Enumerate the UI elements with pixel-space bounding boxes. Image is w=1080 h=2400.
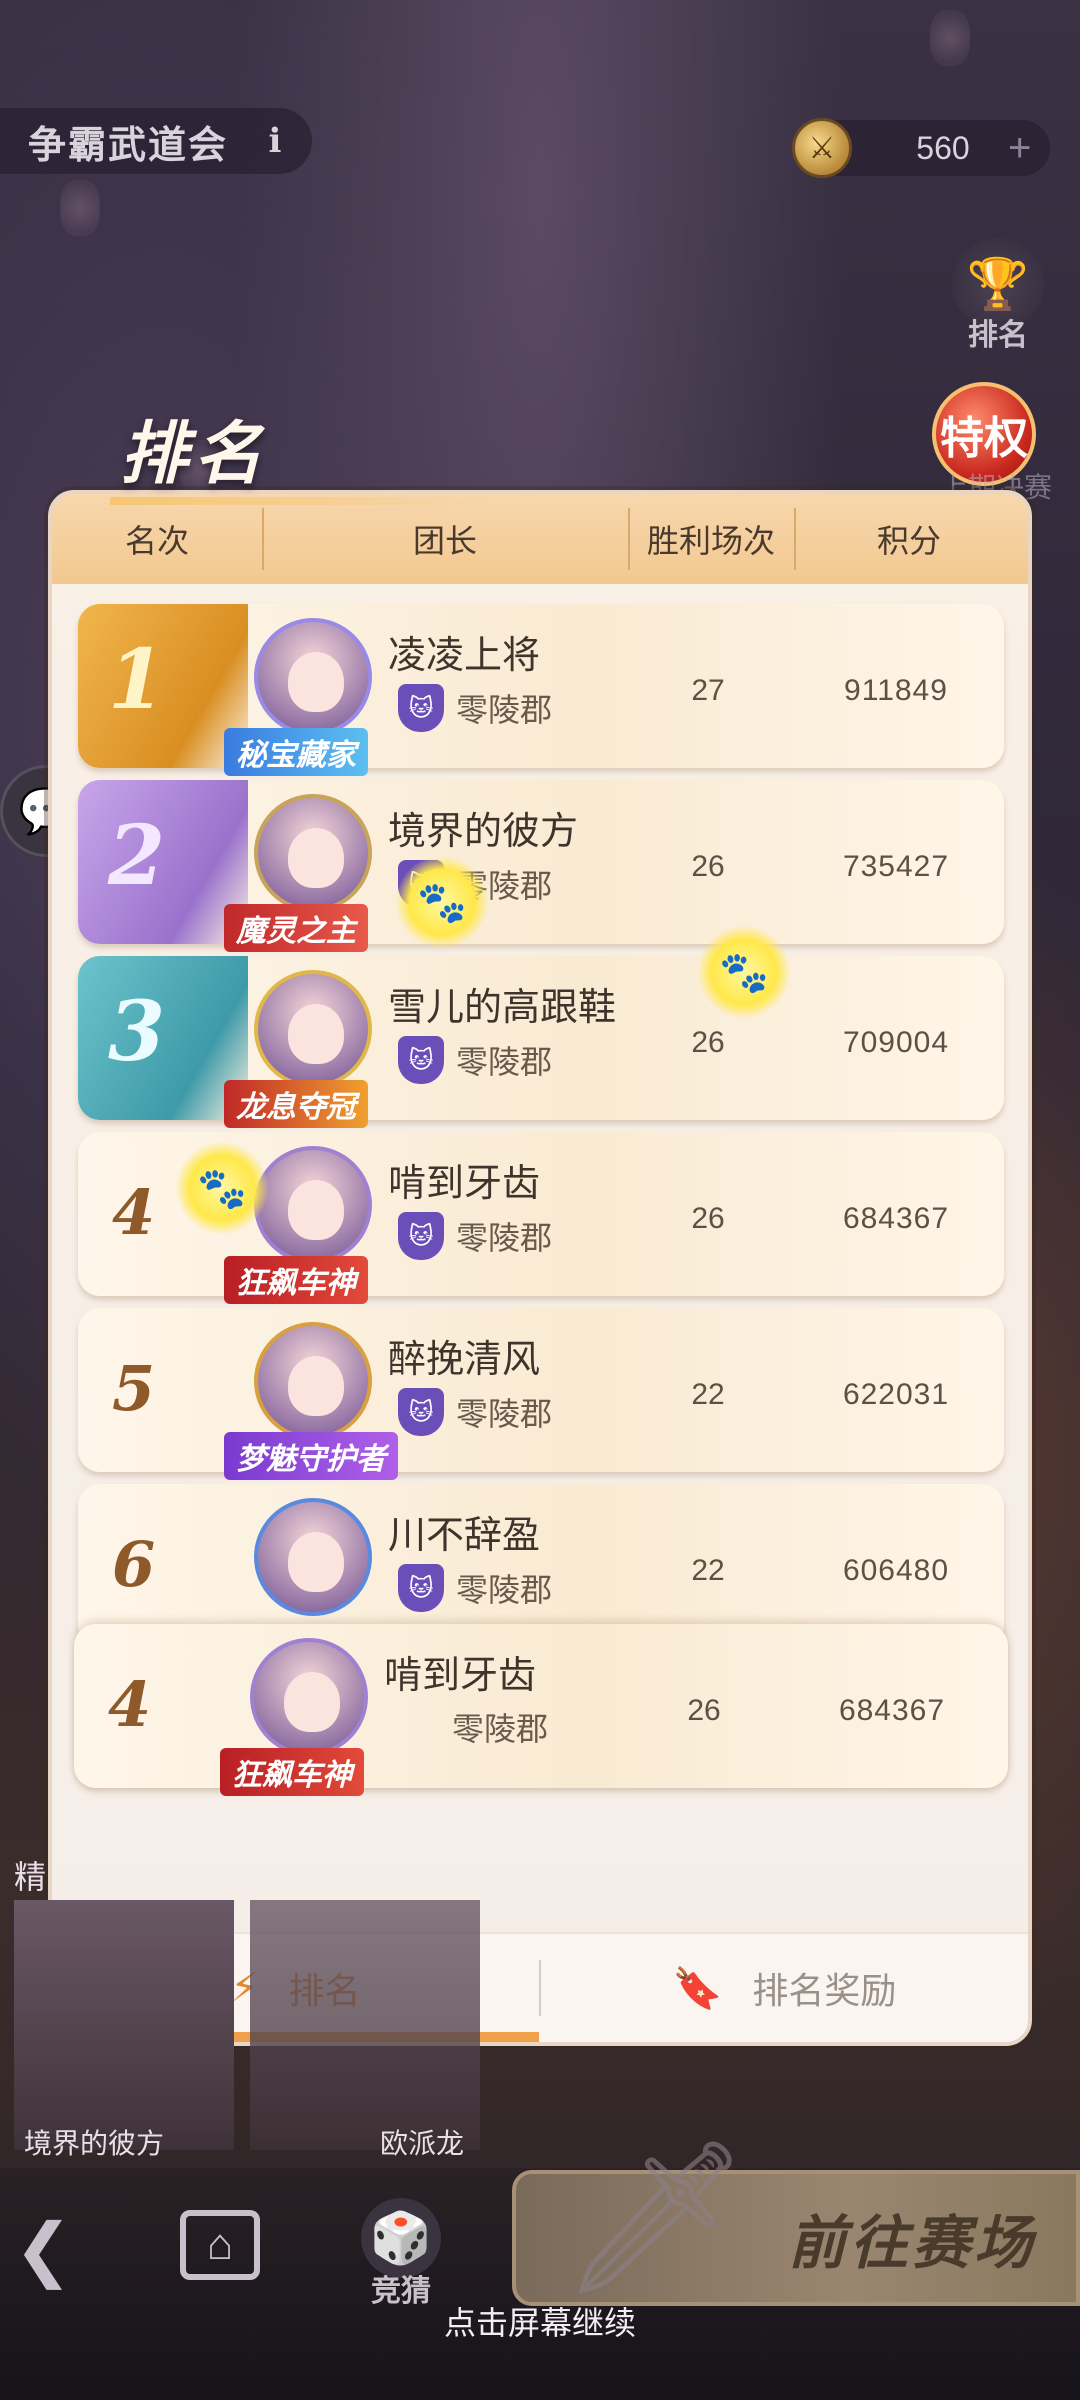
guess-button[interactable]: 🎲 竞猜	[356, 2198, 446, 2310]
wins-value: 22	[691, 1554, 725, 1587]
wins-value: 26	[691, 1202, 725, 1235]
event-title-pill[interactable]: 争霸武道会 i	[0, 108, 312, 174]
guild-name: 零陵郡	[456, 692, 553, 728]
wins-value: 26	[691, 850, 725, 883]
column-header-leader: 团长	[262, 494, 628, 584]
guild-shield-icon: 🐱	[398, 1388, 444, 1436]
panel-title: 排名	[109, 398, 489, 505]
column-header-rank: 名次	[124, 523, 189, 559]
table-header: 名次 团长 胜利场次 积分	[52, 494, 1028, 584]
back-arrow-icon[interactable]: ❮	[14, 2208, 73, 2290]
guild-name: 零陵郡	[456, 1044, 553, 1080]
home-icon[interactable]: ⌂	[180, 2210, 260, 2280]
avatar[interactable]	[254, 970, 372, 1088]
wins-value: 26	[691, 1026, 725, 1059]
avatar[interactable]	[250, 1638, 368, 1756]
ranking-row[interactable]: 3 龙息夺冠 雪儿的高跟鞋 🐱 零陵郡 26 709004	[78, 956, 1004, 1128]
title-tag: 梦魅守护者	[224, 1432, 398, 1480]
rank-number: 2	[108, 808, 166, 904]
guild: 🐱 零陵郡	[398, 684, 552, 732]
avatar[interactable]	[254, 1146, 372, 1264]
wins-value: 22	[691, 1378, 725, 1411]
bracket-thumbnail[interactable]	[14, 1900, 234, 2150]
wins-value: 27	[691, 674, 725, 707]
player-name: 雪儿的高跟鞋	[388, 987, 617, 1029]
column-header-score: 积分	[794, 494, 1024, 584]
guild: 🐱 零陵郡	[398, 1036, 552, 1084]
rank-number: 3	[108, 984, 166, 1080]
rank-number: 1	[108, 632, 166, 728]
partial-label: 精	[14, 1859, 47, 1895]
player-name: 醉挽清风	[388, 1339, 541, 1381]
side-rank-label: 排名	[968, 319, 1028, 352]
ranking-row[interactable]: 1 秘宝藏家 凌凌上将 🐱 零陵郡 27 911849	[78, 604, 1004, 776]
side-rank-button[interactable]: 🏆 排名	[950, 238, 1046, 354]
thumbnail-label: 欧派龙	[380, 2128, 465, 2159]
guild: 🐱 零陵郡	[398, 1564, 552, 1612]
guild-name: 零陵郡	[456, 1220, 553, 1256]
score-value: 606480	[842, 1554, 950, 1587]
title-tag: 狂飙车神	[224, 1256, 368, 1304]
paw-sparkle-icon: 🐾	[176, 1142, 268, 1234]
bracket-thumbnail[interactable]	[250, 1900, 480, 2150]
guild-shield-icon: 🐱	[398, 1212, 444, 1260]
tap-to-continue-hint: 点击屏幕继续	[443, 2305, 636, 2341]
guild: 零陵郡	[452, 1704, 548, 1750]
ranking-row[interactable]: 5 梦魅守护者 醉挽清风 🐱 零陵郡 22 622031	[78, 1308, 1004, 1480]
thumbnail-label: 境界的彼方	[24, 2128, 165, 2159]
tab-ranking-rewards[interactable]: 🔖 排名奖励	[541, 1934, 1028, 2042]
guild-shield-icon: 🐱	[398, 1564, 444, 1612]
event-title: 争霸武道会	[28, 124, 229, 167]
guild-name: 零陵郡	[456, 1572, 553, 1608]
paw-sparkle-icon: 🐾	[396, 856, 488, 948]
rank-number: 6	[112, 1528, 156, 1601]
score-value: 735427	[842, 850, 950, 883]
rank-number: 4	[112, 1176, 156, 1249]
ranking-row[interactable]: 2 魔灵之主 境界的彼方 🐱 零陵郡 26 735427	[78, 780, 1004, 952]
title-tag: 龙息夺冠	[224, 1080, 368, 1128]
player-name: 川不辞盈	[388, 1515, 541, 1557]
go-to-arena-label: 前往赛场	[787, 2211, 1036, 2276]
score-value: 684367	[842, 1202, 950, 1235]
avatar[interactable]	[254, 794, 372, 912]
lantern-decoration	[60, 180, 100, 236]
score-value: 911849	[844, 674, 948, 707]
column-header-wins: 胜利场次	[628, 494, 794, 584]
rank-number: 5	[112, 1352, 156, 1425]
info-icon[interactable]: i	[258, 121, 292, 161]
player-name: 啃到牙齿	[388, 1163, 541, 1205]
score-value: 709004	[842, 1026, 950, 1059]
coin-icon: ⚔	[792, 118, 852, 178]
my-ranking-row[interactable]: 4 狂飙车神 啃到牙齿 零陵郡 26 684367	[74, 1624, 1008, 1796]
guild: 🐱 零陵郡	[398, 1388, 552, 1436]
guild-name: 零陵郡	[456, 1396, 553, 1432]
currency-value: 560	[916, 129, 970, 166]
bookmark-icon: 🔖	[672, 1966, 723, 2011]
guild: 🐱 零陵郡	[398, 1212, 552, 1260]
paw-sparkle-icon: 🐾	[698, 926, 790, 1018]
title-tag: 秘宝藏家	[224, 728, 368, 776]
currency-display: ⚔ 560 +	[792, 118, 1050, 178]
guild-name: 零陵郡	[452, 1711, 549, 1747]
avatar[interactable]	[254, 618, 372, 736]
avatar[interactable]	[254, 1498, 372, 1616]
title-tag: 狂飙车神	[220, 1748, 364, 1796]
guild-shield-icon: 🐱	[398, 1036, 444, 1084]
avatar[interactable]	[254, 1322, 372, 1440]
player-name: 境界的彼方	[388, 811, 579, 853]
player-name: 啃到牙齿	[384, 1655, 537, 1697]
lantern-decoration	[930, 10, 970, 66]
player-name: 凌凌上将	[388, 635, 541, 677]
guild-shield-icon: 🐱	[398, 684, 444, 732]
rank-number: 4	[108, 1668, 152, 1741]
score-value: 622031	[842, 1378, 950, 1411]
wins-value: 26	[687, 1694, 721, 1727]
ranking-panel: 名次 团长 胜利场次 积分 1 秘宝藏家 凌凌上将 🐱 零陵郡 27 91184…	[48, 490, 1032, 2046]
title-tag: 魔灵之主	[224, 904, 368, 952]
score-value: 684367	[838, 1694, 946, 1727]
add-currency-button[interactable]: +	[1008, 126, 1031, 171]
tab-ranking-rewards-label: 排名奖励	[752, 1970, 897, 2011]
